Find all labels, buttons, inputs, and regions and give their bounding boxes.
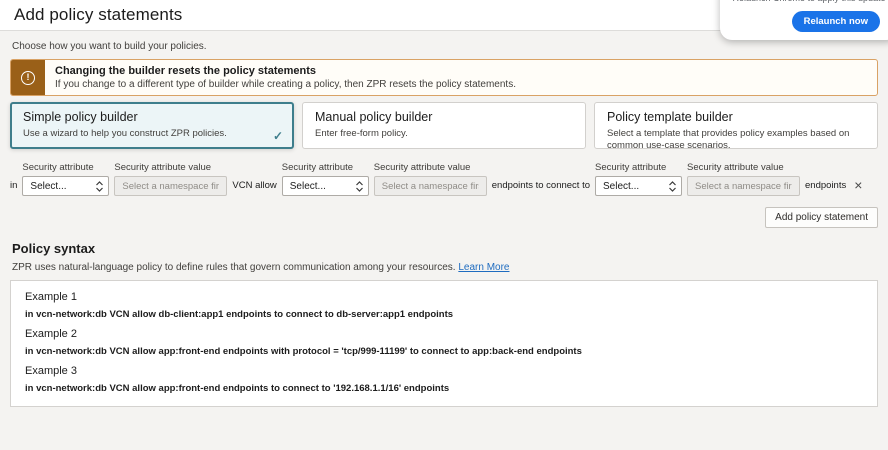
selected-check-icon: ✓ <box>273 129 283 143</box>
policy-syntax-title: Policy syntax <box>12 241 876 256</box>
chevron-up-down-icon <box>96 181 103 192</box>
example-code: in vcn-network:db VCN allow db-client:ap… <box>25 309 863 320</box>
field-label: Security attribute value <box>114 162 227 173</box>
learn-more-link[interactable]: Learn More <box>458 262 509 273</box>
connector-endpoints-to-connect-to: endpoints to connect to <box>492 180 590 196</box>
connector-in: in <box>10 180 17 196</box>
example-label: Example 2 <box>25 328 863 340</box>
policy-syntax-description: ZPR uses natural-language policy to defi… <box>12 262 876 273</box>
field-label: Security attribute <box>595 162 682 173</box>
relaunch-now-button[interactable]: Relaunch now <box>792 11 880 32</box>
security-attribute-value-input-2[interactable] <box>374 176 487 196</box>
security-attribute-value-input-3[interactable] <box>687 176 800 196</box>
security-attribute-field-3: Security attribute Select... <box>595 162 682 196</box>
card-description: Select a template that provides policy e… <box>607 128 865 152</box>
select-value: Select... <box>603 181 639 192</box>
main-content: Choose how you want to build your polici… <box>0 41 888 407</box>
warning-accent-strip: ! <box>11 60 45 95</box>
warning-body: Changing the builder resets the policy s… <box>45 60 526 95</box>
field-label: Security attribute <box>22 162 109 173</box>
page-title: Add policy statements <box>14 5 182 25</box>
chevron-up-down-icon <box>669 181 676 192</box>
select-value: Select... <box>290 181 326 192</box>
card-description: Enter free-form policy. <box>315 128 573 140</box>
exclamation-circle-icon: ! <box>21 71 35 85</box>
field-label: Security attribute <box>282 162 369 173</box>
chrome-update-popup: Relaunch Chrome to apply this update Rel… <box>720 0 888 40</box>
example-label: Example 1 <box>25 291 863 303</box>
security-attribute-select-1[interactable]: Select... <box>22 176 109 196</box>
policy-syntax-description-text: ZPR uses natural-language policy to defi… <box>12 262 456 273</box>
security-attribute-value-input-1[interactable] <box>114 176 227 196</box>
intro-text: Choose how you want to build your polici… <box>12 41 876 52</box>
security-attribute-field-2: Security attribute Select... <box>282 162 369 196</box>
card-policy-template-builder[interactable]: Policy template builder Select a templat… <box>594 102 878 149</box>
connector-endpoints: endpoints <box>805 180 846 196</box>
add-policy-statement-button[interactable]: Add policy statement <box>765 207 878 228</box>
warning-title: Changing the builder resets the policy s… <box>55 65 516 77</box>
card-description: Use a wizard to help you construct ZPR p… <box>23 128 281 140</box>
field-label: Security attribute value <box>687 162 800 173</box>
chrome-update-message: Relaunch Chrome to apply this update <box>732 0 886 3</box>
security-attribute-select-3[interactable]: Select... <box>595 176 682 196</box>
security-attribute-select-2[interactable]: Select... <box>282 176 369 196</box>
chevron-up-down-icon <box>356 181 363 192</box>
example-code: in vcn-network:db VCN allow app:front-en… <box>25 346 863 357</box>
builder-cards: Simple policy builder Use a wizard to he… <box>10 102 878 149</box>
card-title: Simple policy builder <box>23 110 281 124</box>
security-attribute-field-1: Security attribute Select... <box>22 162 109 196</box>
policy-statement-row: in Security attribute Select... Security… <box>10 162 878 196</box>
security-attribute-value-field-2: Security attribute value <box>374 162 487 196</box>
security-attribute-value-field-1: Security attribute value <box>114 162 227 196</box>
warning-banner: ! Changing the builder resets the policy… <box>10 59 878 96</box>
connector-vcn-allow: VCN allow <box>232 180 276 196</box>
example-code: in vcn-network:db VCN allow app:front-en… <box>25 383 863 394</box>
warning-description: If you change to a different type of bui… <box>55 79 516 90</box>
example-label: Example 3 <box>25 365 863 377</box>
field-label: Security attribute value <box>374 162 487 173</box>
card-manual-policy-builder[interactable]: Manual policy builder Enter free-form po… <box>302 102 586 149</box>
security-attribute-value-field-3: Security attribute value <box>687 162 800 196</box>
card-title: Policy template builder <box>607 110 865 124</box>
select-value: Select... <box>30 181 66 192</box>
add-statement-row: Add policy statement <box>10 207 878 228</box>
remove-statement-button[interactable]: × <box>854 177 862 196</box>
card-title: Manual policy builder <box>315 110 573 124</box>
card-simple-policy-builder[interactable]: Simple policy builder Use a wizard to he… <box>10 102 294 149</box>
policy-examples-box: Example 1 in vcn-network:db VCN allow db… <box>10 280 878 407</box>
